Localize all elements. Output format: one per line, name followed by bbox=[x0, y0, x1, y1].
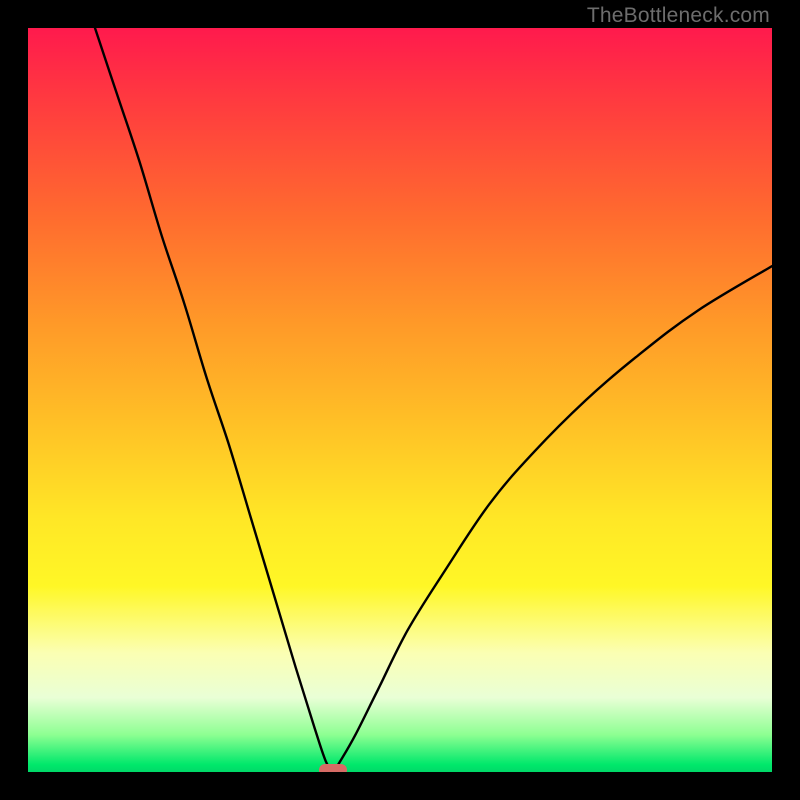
bottleneck-curve-left bbox=[95, 28, 333, 772]
watermark-text: TheBottleneck.com bbox=[587, 4, 770, 28]
curve-layer bbox=[28, 28, 772, 772]
chart-frame: TheBottleneck.com bbox=[0, 0, 800, 800]
optimum-marker bbox=[319, 764, 347, 772]
plot-area bbox=[28, 28, 772, 772]
bottleneck-curve-right bbox=[333, 266, 772, 772]
